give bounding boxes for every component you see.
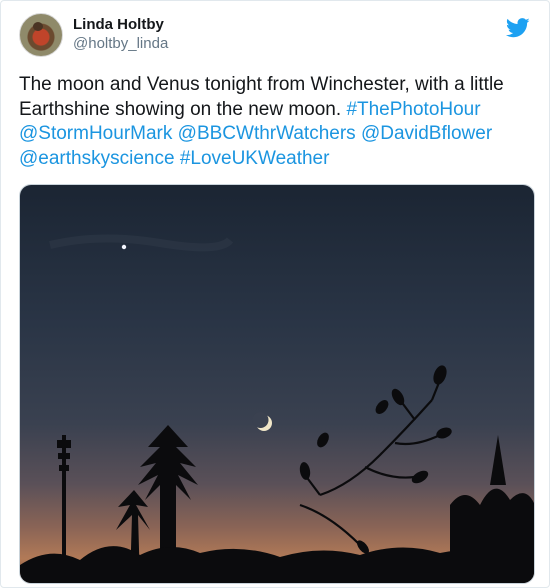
mention-link[interactable]: @DavidBflower (361, 123, 492, 144)
author-handle[interactable]: @holtby_linda (73, 34, 168, 54)
author-display-name[interactable]: Linda Holtby (73, 16, 168, 34)
avatar[interactable] (19, 13, 63, 57)
hashtag-link[interactable]: #LoveUKWeather (180, 148, 330, 169)
author-names: Linda Holtby @holtby_linda (73, 16, 168, 54)
mention-link[interactable]: @earthskyscience (19, 148, 175, 169)
mention-link[interactable]: @BBCWthrWatchers (178, 123, 356, 144)
twitter-bird-icon[interactable] (506, 17, 530, 39)
tweet-photo[interactable] (19, 184, 535, 584)
hashtag-link[interactable]: #ThePhotoHour (346, 99, 480, 120)
mention-link[interactable]: @StormHourMark (19, 123, 172, 144)
venus-star (121, 244, 127, 250)
tweet-header: Linda Holtby @holtby_linda (19, 13, 168, 57)
tweet-card[interactable]: Linda Holtby @holtby_linda The moon and … (0, 0, 550, 588)
tweet-text: The moon and Venus tonight from Winchest… (19, 73, 531, 171)
photo-image (20, 185, 534, 583)
